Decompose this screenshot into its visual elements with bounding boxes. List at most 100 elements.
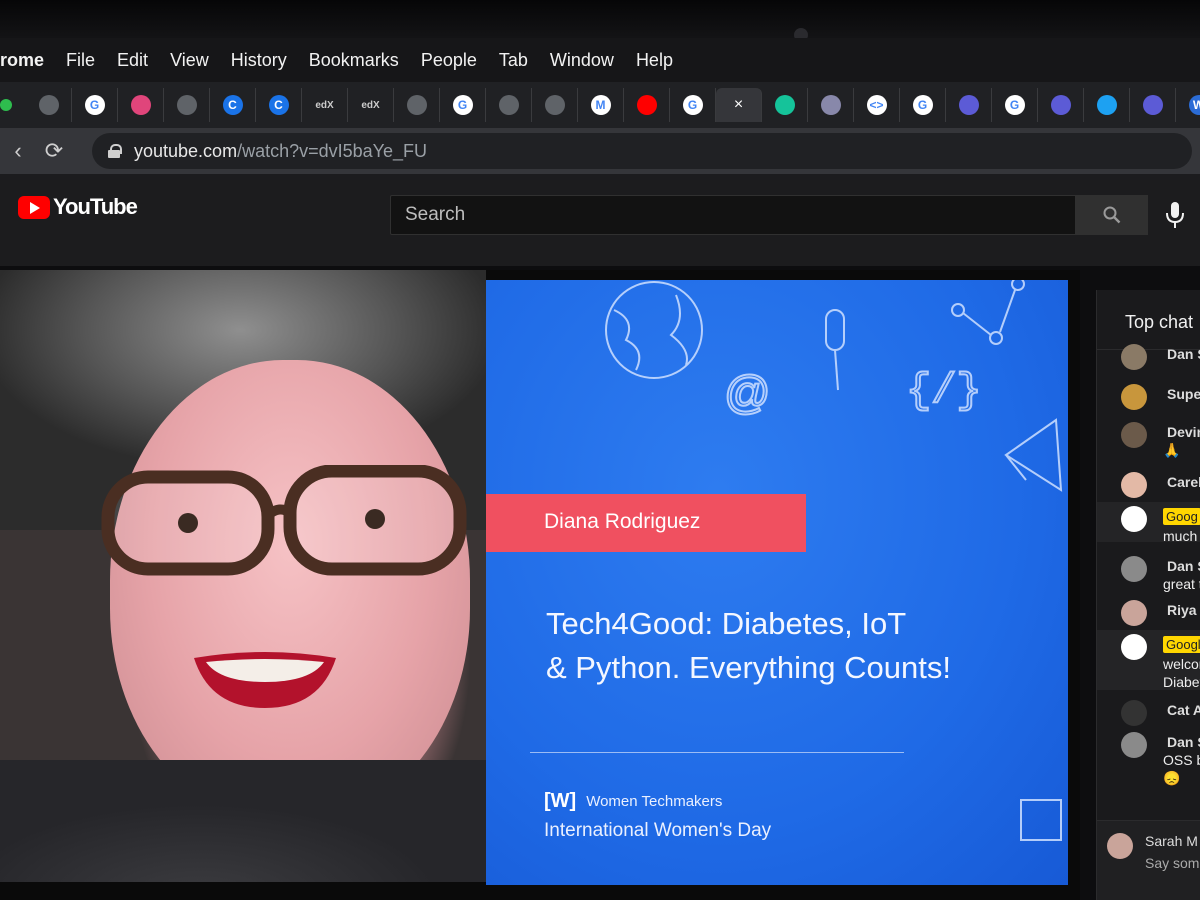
chat-avatar[interactable] [1121,556,1147,582]
chat-text: welcom [1163,656,1200,672]
chat-author[interactable]: Cat Alln [1167,702,1200,718]
google-icon: G [84,95,105,115]
chat-avatar[interactable] [1121,506,1147,532]
google-icon: G [452,95,473,115]
chat-author[interactable]: Dan S [1167,346,1200,362]
list-icon [1050,95,1071,115]
grammarly-icon [774,95,795,115]
chat-message: Googl welcom Diabete [1097,630,1200,690]
chat-author[interactable]: Supe [1167,386,1200,402]
tab[interactable] [164,88,210,122]
tab[interactable]: G [900,88,946,122]
tab[interactable]: edX [348,88,394,122]
close-icon[interactable]: × [734,96,743,114]
code-braces-icon: {/} [906,367,982,415]
microphone-icon[interactable] [1162,200,1188,230]
tab[interactable] [1130,88,1176,122]
speaker-glasses [101,465,467,576]
tab[interactable] [26,88,72,122]
speaker-sweater [0,760,486,882]
tab[interactable]: G [992,88,1038,122]
chat-author[interactable]: Riya D [1167,602,1200,618]
window-zoom-button[interactable] [0,99,12,111]
google-icon: G [682,95,703,115]
search-input[interactable]: Search [390,195,1076,235]
chat-author[interactable]: Dan Sto [1167,734,1200,750]
reload-icon[interactable]: ⟳ [36,138,72,164]
chat-input-placeholder[interactable]: Say some [1145,855,1200,871]
youtube-wordmark: YouTube [53,194,138,219]
wtm-logo-icon: [W] [544,790,577,812]
chat-author[interactable]: Dan St [1167,558,1200,574]
menu-window[interactable]: Window [539,50,625,71]
tab[interactable] [394,88,440,122]
tab[interactable]: edX [302,88,348,122]
chat-input-area[interactable]: Sarah M Say some [1097,820,1200,900]
tab[interactable]: W [1176,88,1200,122]
tab[interactable]: M [578,88,624,122]
chat-text: OSS bo [1163,752,1200,768]
chat-avatar[interactable] [1121,634,1147,660]
screen-bezel [0,0,1200,40]
menu-history[interactable]: History [220,50,298,71]
menu-tab[interactable]: Tab [488,50,539,71]
tab[interactable] [808,88,854,122]
lock-icon [108,144,122,158]
tab[interactable] [762,88,808,122]
tab[interactable]: <> [854,88,900,122]
globe-icon [605,281,703,379]
chat-avatar[interactable] [1121,600,1147,626]
video-player[interactable]: @ {/} Diana Rodriguez Tech4Good: Diabete… [0,270,1080,900]
tab[interactable] [624,88,670,122]
chat-avatar[interactable] [1121,732,1147,758]
menu-view[interactable]: View [159,50,220,71]
event-name: International Women's Day [544,820,772,841]
chat-text: much [1163,528,1198,544]
tab[interactable]: G [440,88,486,122]
menu-app-chrome[interactable]: rome [0,50,55,71]
youtube-logo[interactable]: YouTube [18,194,138,220]
megaphone-icon [1004,418,1063,492]
chat-author[interactable]: Carel [1167,474,1200,490]
chat-avatar[interactable] [1121,384,1147,410]
url-host: youtube.com [134,140,238,161]
coursera-icon: C [222,95,243,115]
chat-avatar[interactable] [1121,422,1147,448]
chat-author-badge[interactable]: Googl [1163,636,1200,653]
list-icon [1142,95,1163,115]
tab-strip: G C CedX edX G M G × <> G G W [0,82,1200,128]
url-path: /watch?v=dvI5baYe_FU [237,140,428,161]
tab[interactable] [1084,88,1130,122]
tab-active[interactable]: × [716,88,762,122]
tab[interactable]: G [670,88,716,122]
talk-title-line1: Tech4Good: Diabetes, IoT [546,606,907,641]
chat-user-avatar [1107,833,1133,859]
chat-avatar[interactable] [1121,344,1147,370]
slide-divider [530,752,904,753]
menu-bookmarks[interactable]: Bookmarks [298,50,410,71]
chat-text: 🙏 [1163,442,1181,458]
address-bar[interactable]: youtube.com/watch?v=dvI5baYe_FU [92,133,1192,169]
edx-icon: edX [361,99,380,111]
menu-file[interactable]: File [55,50,106,71]
back-arrow-icon[interactable]: ‹ [0,138,36,164]
tab[interactable] [118,88,164,122]
tab[interactable]: C [210,88,256,122]
menu-people[interactable]: People [410,50,488,71]
chat-author[interactable]: Devin [1167,424,1200,440]
chat-text: 😞 [1163,770,1181,786]
tab[interactable]: C [256,88,302,122]
tab[interactable] [486,88,532,122]
menu-edit[interactable]: Edit [106,50,159,71]
chat-author-badge[interactable]: Goog [1163,508,1200,525]
tab[interactable] [946,88,992,122]
menu-help[interactable]: Help [625,50,684,71]
tab[interactable] [1038,88,1084,122]
chat-avatar[interactable] [1121,472,1147,498]
search-button[interactable] [1076,195,1148,235]
edx-icon: edX [315,99,334,111]
tab[interactable] [532,88,578,122]
chat-avatar[interactable] [1121,700,1147,726]
tab[interactable]: G [72,88,118,122]
twitter-icon [1096,95,1117,115]
